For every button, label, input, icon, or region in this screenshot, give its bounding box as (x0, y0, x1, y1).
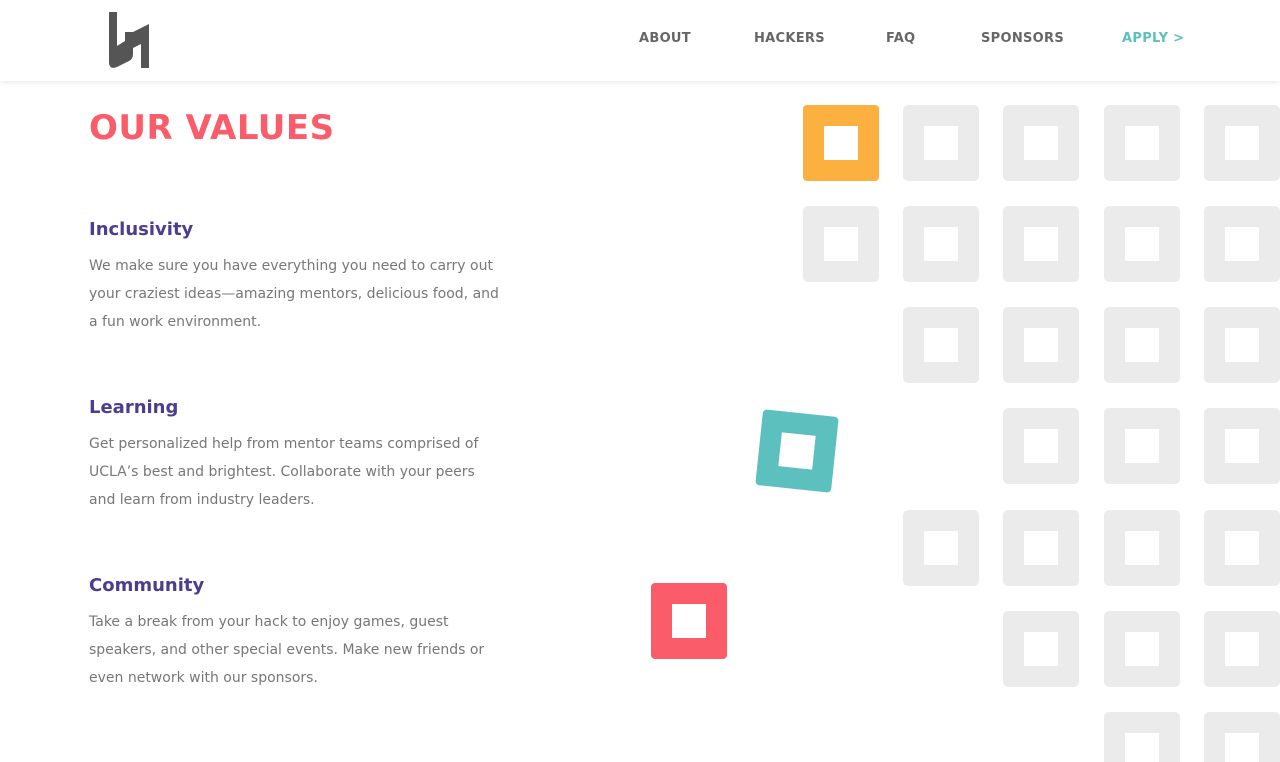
hollow-square-icon (1104, 206, 1180, 282)
hollow-square-icon (1104, 307, 1180, 383)
hollow-square-icon (1104, 105, 1180, 181)
value-text: Take a break from your hack to enjoy gam… (89, 614, 485, 686)
hollow-square-icon (1204, 712, 1280, 762)
red-square-icon (651, 583, 727, 659)
hollow-square-icon (1204, 408, 1280, 484)
hollow-square-icon (903, 206, 979, 282)
value-inclusivity: Inclusivity We make sure you have everyt… (89, 218, 499, 336)
hollow-square-icon (1003, 611, 1079, 687)
value-heading: Learning (89, 397, 179, 418)
hollow-square-icon (1104, 712, 1180, 762)
hollow-square-icon (1104, 510, 1180, 586)
nav-faq[interactable]: FAQ (886, 30, 915, 48)
hollow-square-icon (1003, 307, 1079, 383)
hollow-square-icon (1003, 206, 1079, 282)
hollow-square-icon (803, 206, 879, 282)
nav-apply[interactable]: APPLY > (1122, 30, 1184, 48)
nav-about[interactable]: ABOUT (639, 30, 691, 48)
hollow-square-icon (903, 510, 979, 586)
hollow-square-icon (1204, 611, 1280, 687)
nav-hackers[interactable]: HACKERS (754, 30, 825, 48)
value-text: Get personalized help from mentor teams … (89, 436, 479, 508)
lh-logo-icon[interactable] (105, 10, 153, 70)
navbar: ABOUT HACKERS FAQ SPONSORS APPLY > (0, 0, 1280, 81)
hollow-square-icon (1104, 611, 1180, 687)
hollow-square-icon (903, 105, 979, 181)
hollow-square-icon (1003, 510, 1079, 586)
hollow-square-icon (1104, 408, 1180, 484)
hollow-square-icon (1003, 408, 1079, 484)
value-heading: Community (89, 575, 205, 596)
value-text: We make sure you have everything you nee… (89, 258, 499, 330)
hollow-square-icon (903, 307, 979, 383)
value-community: Community Take a break from your hack to… (89, 574, 499, 692)
yellow-square-icon (803, 105, 879, 181)
hollow-square-icon (1003, 105, 1079, 181)
hollow-square-icon (1204, 510, 1280, 586)
value-heading: Inclusivity (89, 219, 194, 240)
nav-sponsors[interactable]: SPONSORS (981, 30, 1064, 48)
hollow-square-icon (1204, 307, 1280, 383)
hollow-square-icon (1204, 105, 1280, 181)
page: ABOUT HACKERS FAQ SPONSORS APPLY > OUR V… (0, 0, 1280, 762)
hollow-square-icon (1204, 206, 1280, 282)
teal-square-icon (755, 409, 839, 493)
value-learning: Learning Get personalized help from ment… (89, 396, 499, 514)
section-title: OUR VALUES (89, 108, 335, 148)
